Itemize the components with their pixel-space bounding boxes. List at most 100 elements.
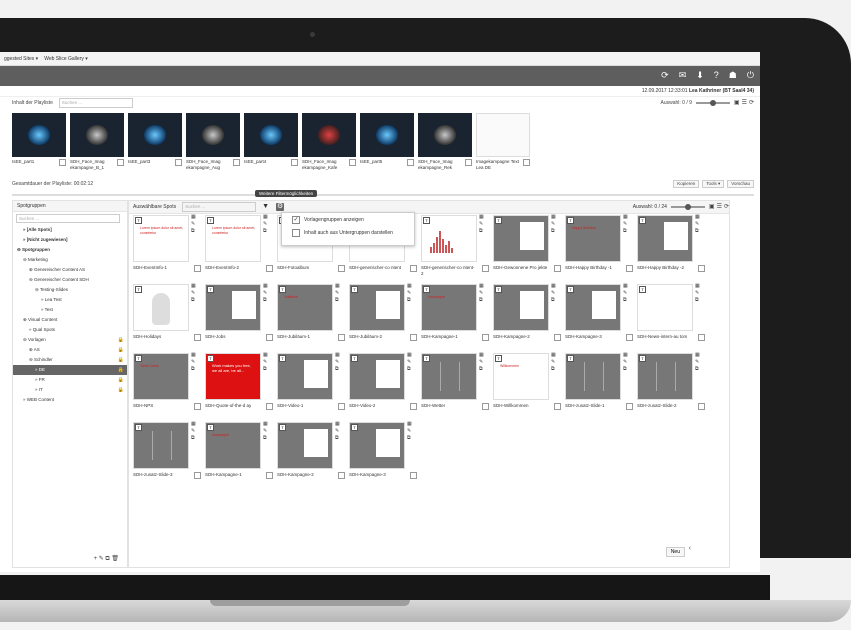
- edit-icon[interactable]: ✎: [479, 360, 484, 365]
- playlist-thumbnail[interactable]: [476, 113, 530, 157]
- copy-icon[interactable]: ⧉: [263, 367, 268, 372]
- checkbox[interactable]: [349, 159, 356, 166]
- spot-thumbnail[interactable]: T: [637, 284, 693, 331]
- playlist-thumbnail[interactable]: [418, 113, 472, 157]
- edit-icon[interactable]: ✎: [191, 291, 196, 296]
- spot-card[interactable]: T ▦ ✎ ⧉ SDH-generischer-co ntent-2: [421, 215, 489, 277]
- grid-icon[interactable]: ▦: [479, 215, 484, 220]
- playlist-item[interactable]: Imagekampagne Text Lea DE: [476, 113, 530, 170]
- playlist-zoom-slider[interactable]: [695, 100, 730, 106]
- tree-item[interactable]: » DE 🔒: [13, 365, 127, 375]
- spot-card[interactable]: T ▦ ✎ ⧉ SDH-zusatz-Slide-1: [565, 353, 633, 415]
- spot-card[interactable]: T ▦ ✎ ⧉ SDH-Kampagne-3: [565, 284, 633, 346]
- checkbox[interactable]: [117, 159, 124, 166]
- playlist-thumbnail[interactable]: [128, 113, 182, 157]
- tree-item[interactable]: » [Alle Spots]: [13, 225, 127, 235]
- tree-item[interactable]: » Test: [13, 305, 127, 315]
- checkbox[interactable]: [266, 472, 273, 479]
- grid-icon[interactable]: ▦: [263, 422, 268, 427]
- copy-icon[interactable]: ⧉: [479, 367, 484, 372]
- checkbox[interactable]: [698, 334, 705, 341]
- spot-card[interactable]: T Vielen Dank ▦ ✎ ⧉ SDH-NPS: [133, 353, 201, 415]
- edit-icon[interactable]: ✎: [551, 360, 556, 365]
- playlist-item[interactable]: IsEE_part1: [12, 113, 66, 170]
- checkbox[interactable]: [233, 159, 240, 166]
- copy-icon[interactable]: ⧉: [407, 298, 412, 303]
- spot-thumbnail[interactable]: T Lorem ipsum dolor sit amet, consetetur: [133, 215, 189, 262]
- spot-thumbnail[interactable]: T: [205, 284, 261, 331]
- spot-card[interactable]: T ▦ ✎ ⧉ SDH-zusatz-Slide-2: [637, 353, 705, 415]
- grid-icon[interactable]: ▦: [191, 284, 196, 289]
- grid-icon[interactable]: ▦: [695, 353, 700, 358]
- checkbox[interactable]: [175, 159, 182, 166]
- spot-thumbnail[interactable]: T: [565, 353, 621, 400]
- checkbox[interactable]: [410, 265, 417, 272]
- panel-divider[interactable]: [12, 194, 754, 196]
- spot-card[interactable]: T Lorem ipsum dolor sit amet, consetetur ▦…: [205, 215, 273, 277]
- slider-knob[interactable]: [709, 100, 716, 106]
- spot-thumbnail[interactable]: T: [565, 284, 621, 331]
- edit-icon[interactable]: ✎: [263, 360, 268, 365]
- spot-thumbnail[interactable]: T Jubiläum: [277, 284, 333, 331]
- chevron-left-icon[interactable]: ‹: [689, 545, 691, 552]
- spot-thumbnail[interactable]: T: [349, 353, 405, 400]
- help-icon[interactable]: ?: [714, 70, 719, 81]
- playlist-thumbnail[interactable]: [360, 113, 414, 157]
- grid-icon[interactable]: ▦: [407, 422, 412, 427]
- copy-icon[interactable]: ⧉: [191, 229, 196, 234]
- checkbox[interactable]: [292, 228, 300, 237]
- grid-view-icon[interactable]: ▣: [734, 100, 740, 106]
- edit-icon[interactable]: ✎: [335, 429, 340, 434]
- copy-icon[interactable]: ⧉: [335, 436, 340, 441]
- tree-item[interactable]: ⊕ Visual Content: [13, 315, 127, 325]
- spot-card[interactable]: T ▦ ✎ ⧉ SDH-Happy Birthday -2: [637, 215, 705, 277]
- tree-item[interactable]: » FR 🔒: [13, 375, 127, 385]
- tree-item[interactable]: » [Nicht zugewiesen]: [13, 235, 127, 245]
- playlist-item[interactable]: IsEE_part4: [244, 113, 298, 170]
- checkbox[interactable]: [338, 472, 345, 479]
- copy-icon[interactable]: ⧉: [263, 298, 268, 303]
- playlist-item[interactable]: SDH_Face_Imag ekampagne_Kafe: [302, 113, 356, 170]
- grid-icon[interactable]: ▦: [191, 422, 196, 427]
- checkbox[interactable]: [482, 403, 489, 410]
- grid-icon[interactable]: ▦: [623, 284, 628, 289]
- copy-icon[interactable]: ⧉: [551, 229, 556, 234]
- download-icon[interactable]: ⬇: [696, 70, 704, 81]
- spots-zoom-slider[interactable]: [670, 204, 705, 210]
- user-icon[interactable]: ☗: [729, 70, 737, 81]
- copy-icon[interactable]: ⧉: [623, 367, 628, 372]
- checkbox[interactable]: [482, 334, 489, 341]
- grid-icon[interactable]: ▦: [695, 215, 700, 220]
- copy-icon[interactable]: ⧉: [479, 298, 484, 303]
- grid-icon[interactable]: ▦: [335, 422, 340, 427]
- edit-icon[interactable]: ✎: [695, 222, 700, 227]
- tree-item[interactable]: ⊖ Genereischer Content SDH: [13, 275, 127, 285]
- slider-knob[interactable]: [684, 204, 691, 210]
- playlist-thumbnail[interactable]: [302, 113, 356, 157]
- copy-icon[interactable]: ⧉: [695, 298, 700, 303]
- copy-icon[interactable]: ⧉: [263, 229, 268, 234]
- filter-option[interactable]: ✓ Vorlagengruppen anzeigen: [282, 213, 414, 226]
- list-view-icon[interactable]: ☰: [717, 204, 722, 210]
- copy-icon[interactable]: ⧉: [191, 436, 196, 441]
- checkbox[interactable]: [266, 334, 273, 341]
- spot-thumbnail[interactable]: T Kampagne: [421, 284, 477, 331]
- logout-icon[interactable]: ⏻: [747, 70, 754, 81]
- copy-icon[interactable]: ⧉: [191, 298, 196, 303]
- spot-thumbnail[interactable]: T: [277, 422, 333, 469]
- checkbox[interactable]: [698, 265, 705, 272]
- grid-icon[interactable]: ▦: [191, 353, 196, 358]
- grid-icon[interactable]: ▦: [263, 215, 268, 220]
- grid-icon[interactable]: ▦: [551, 353, 556, 358]
- playlist-thumbnail[interactable]: [244, 113, 298, 157]
- spot-card[interactable]: T Lorem ipsum dolor sit amet, consetetur ▦…: [133, 215, 201, 277]
- checkbox[interactable]: [338, 403, 345, 410]
- spots-search-input[interactable]: Suchen ...: [182, 202, 257, 212]
- tree-item[interactable]: ⊖ Marketing: [13, 255, 127, 265]
- edit-icon[interactable]: ✎: [551, 291, 556, 296]
- checkbox[interactable]: [626, 403, 633, 410]
- grid-icon[interactable]: ▦: [551, 284, 556, 289]
- checkbox[interactable]: [194, 334, 201, 341]
- grid-icon[interactable]: ▦: [623, 215, 628, 220]
- tree-item[interactable]: ⊕ Genereischer Content AS: [13, 265, 127, 275]
